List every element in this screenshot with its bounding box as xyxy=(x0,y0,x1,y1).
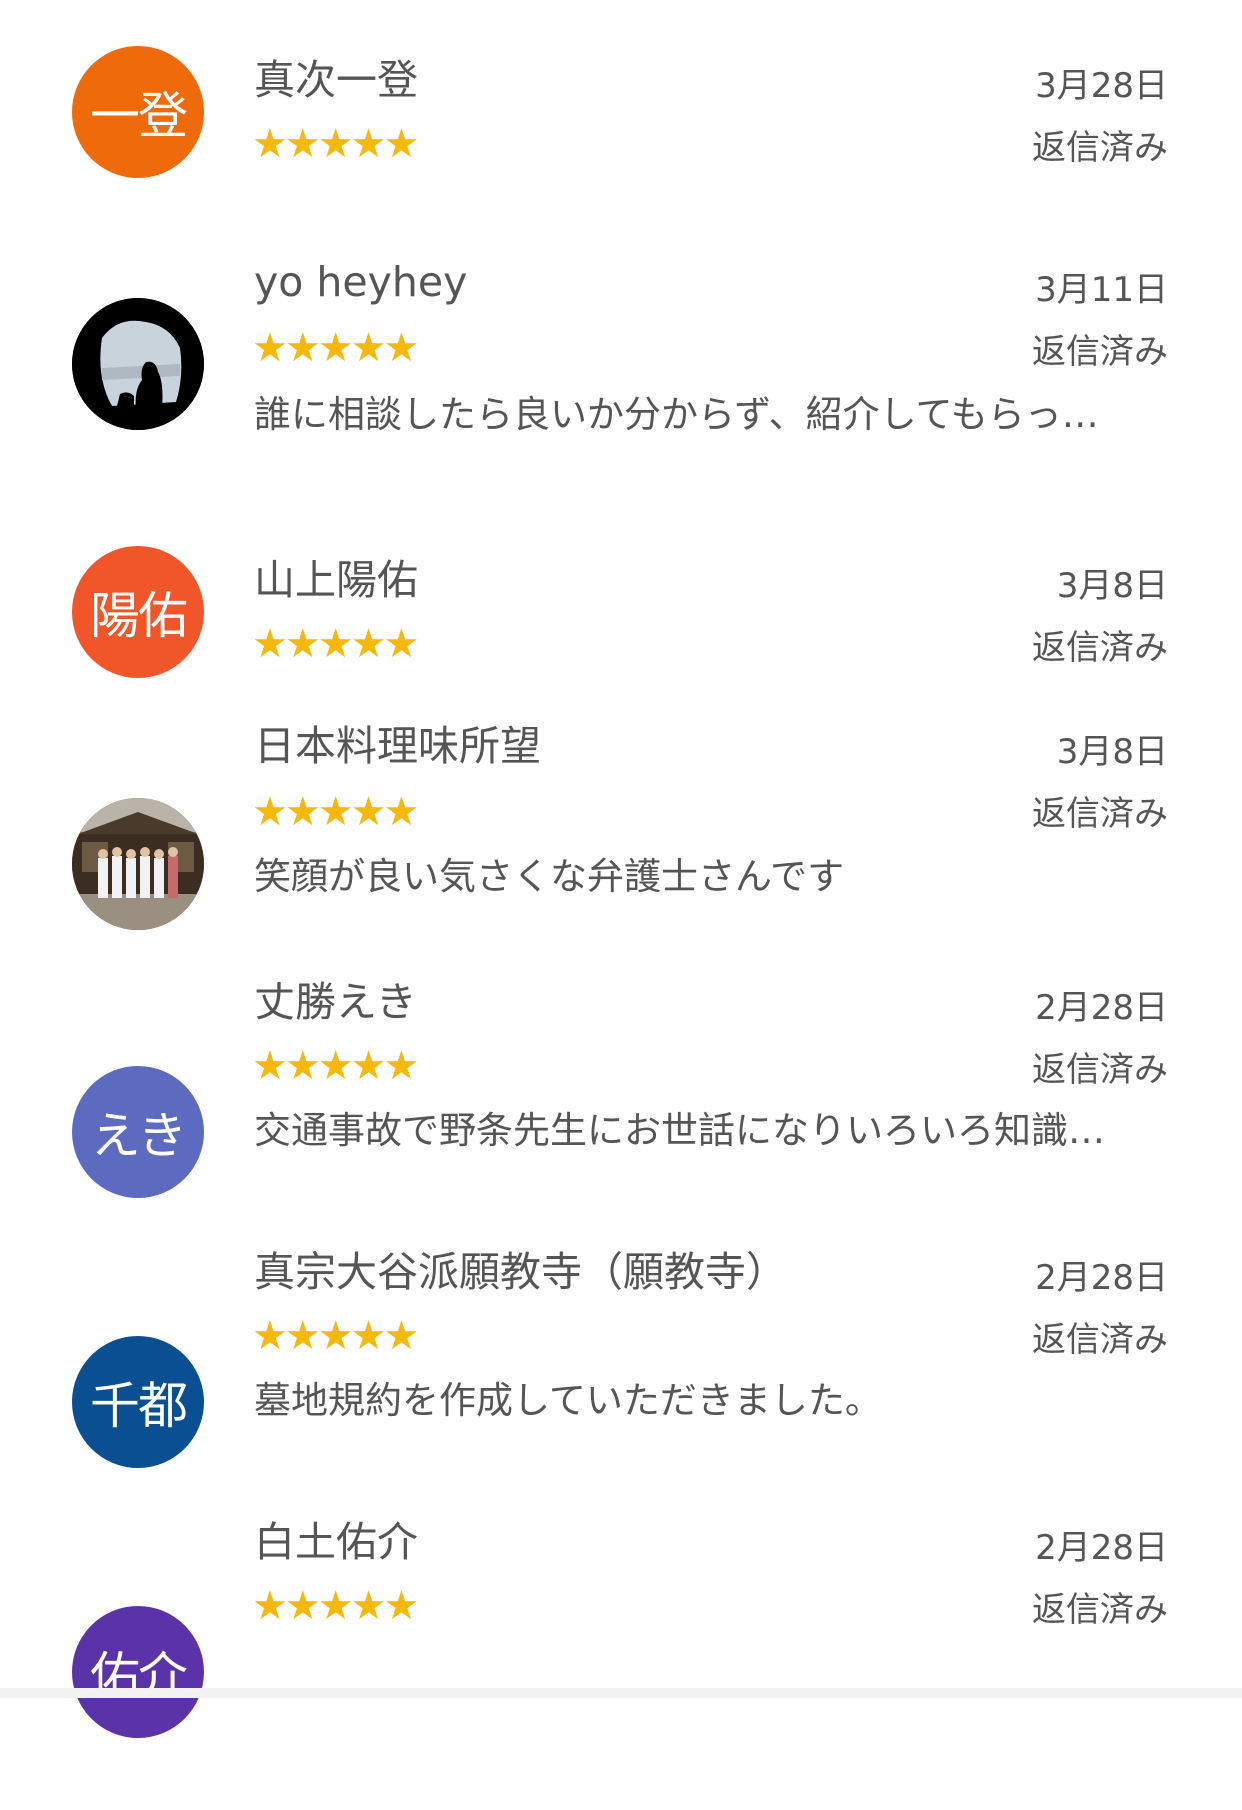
star-rating: ★★★★★ xyxy=(252,621,419,667)
reply-status: 返信済み xyxy=(1032,332,1168,372)
reply-status: 返信済み xyxy=(1032,1590,1168,1630)
review-date: 2月28日 xyxy=(1035,1528,1168,1568)
reviewer-name: yo heyhey xyxy=(254,258,468,306)
reply-status: 返信済み xyxy=(1032,1050,1168,1090)
review-item[interactable]: 佑介 白土佑介 ★★★★★ 2月28日 返信済み xyxy=(0,1518,1242,1810)
reply-status: 返信済み xyxy=(1032,1320,1168,1360)
review-snippet: 誰に相談したら良いか分からず、紹介してもらっ… xyxy=(254,393,1099,436)
star-rating: ★★★★★ xyxy=(252,1583,419,1629)
star-rating: ★★★★★ xyxy=(252,121,419,167)
avatar: 一登 xyxy=(72,46,204,178)
review-snippet: 墓地規約を作成していただきました。 xyxy=(254,1379,882,1422)
reviewer-name: 山上陽佑 xyxy=(254,556,418,604)
reviewer-name: 真宗大谷派願教寺（願教寺） xyxy=(254,1248,787,1296)
review-date: 3月28日 xyxy=(1035,66,1168,106)
cave-silhouette-photo-icon xyxy=(72,298,204,430)
scroll-edge xyxy=(0,1688,1242,1698)
review-date: 3月8日 xyxy=(1056,732,1168,772)
reviewer-name: 真次一登 xyxy=(254,56,418,104)
avatar-initials: えき xyxy=(90,1107,187,1165)
avatar xyxy=(72,798,204,930)
avatar-initials: 陽佑 xyxy=(90,587,188,645)
avatar-initials: 一登 xyxy=(90,87,188,145)
star-rating: ★★★★★ xyxy=(252,789,419,835)
reviewer-name: 白土佑介 xyxy=(254,1518,418,1566)
avatar: 佑介 xyxy=(72,1606,204,1738)
review-date: 3月11日 xyxy=(1035,270,1168,310)
avatar: えき xyxy=(72,1066,204,1198)
avatar-initials: 千都 xyxy=(90,1377,188,1435)
reply-status: 返信済み xyxy=(1032,628,1168,668)
star-rating: ★★★★★ xyxy=(252,1043,419,1089)
avatar: 陽佑 xyxy=(72,546,204,678)
review-date: 2月28日 xyxy=(1035,1258,1168,1298)
avatar: 千都 xyxy=(72,1336,204,1468)
star-rating: ★★★★★ xyxy=(252,1313,419,1359)
review-snippet: 笑顔が良い気さくな弁護士さんです xyxy=(254,855,845,898)
reply-status: 返信済み xyxy=(1032,128,1168,168)
reply-status: 返信済み xyxy=(1032,794,1168,834)
reviewer-name: 日本料理味所望 xyxy=(254,722,541,770)
avatar xyxy=(72,298,204,430)
star-rating: ★★★★★ xyxy=(252,325,419,371)
review-date: 3月8日 xyxy=(1056,566,1168,606)
review-snippet: 交通事故で野条先生にお世話になりいろいろ知識… xyxy=(254,1109,1105,1152)
review-item[interactable]: yo heyhey ★★★★★ 3月11日 返信済み 誰に相談したら良いか分から… xyxy=(0,222,1242,492)
restaurant-staff-photo-icon xyxy=(72,798,204,930)
review-list: 一登 真次一登 ★★★★★ 3月28日 返信済み yo heyhey ★★★★★… xyxy=(0,0,1242,1738)
review-item[interactable]: 日本料理味所望 ★★★★★ 3月8日 返信済み 笑顔が良い気さくな弁護士さんです xyxy=(0,722,1242,992)
review-date: 2月28日 xyxy=(1035,988,1168,1028)
review-item[interactable]: えき 丈勝えき ★★★★★ 2月28日 返信済み 交通事故で野条先生にお世話にな… xyxy=(0,978,1242,1270)
reviewer-name: 丈勝えき xyxy=(254,978,417,1026)
review-item[interactable]: 千都 真宗大谷派願教寺（願教寺） ★★★★★ 2月28日 返信済み 墓地規約を作… xyxy=(0,1248,1242,1540)
